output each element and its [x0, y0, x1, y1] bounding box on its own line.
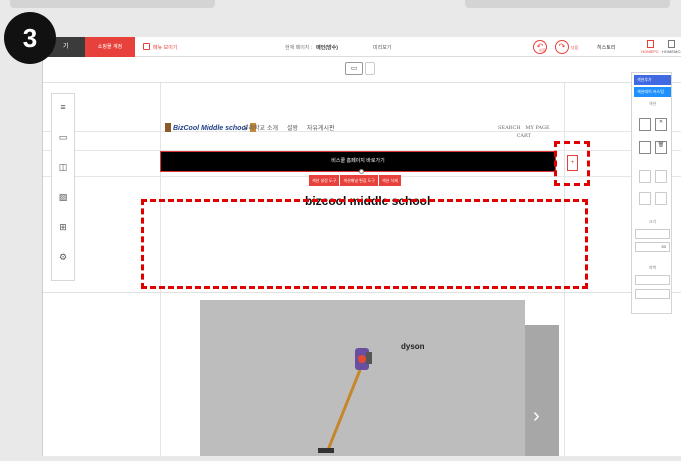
margin-top-field[interactable] — [635, 275, 670, 285]
home-mobile-label: HOMEMO — [662, 49, 681, 54]
home-mobile-button[interactable]: HOMEMO — [662, 39, 680, 56]
columns-icon[interactable]: ◫ — [52, 162, 74, 176]
redo-label: 다음 — [571, 45, 579, 50]
duplicate-icon[interactable] — [639, 141, 651, 154]
menu-toggle-checkbox[interactable] — [143, 43, 150, 50]
vacuum-head — [318, 448, 334, 453]
layout-icon[interactable] — [639, 170, 651, 183]
margin-label: 여백 — [648, 265, 657, 270]
chevron-right-icon[interactable]: › — [533, 405, 540, 428]
copy-page-icon[interactable] — [639, 118, 651, 131]
nav-item-intro[interactable]: 우리학교 소개 — [243, 125, 278, 132]
layout-icon[interactable] — [639, 192, 651, 205]
layout-icon[interactable] — [655, 192, 667, 205]
layout-custom-button[interactable]: 섹션레이 커스텀 — [634, 87, 671, 97]
home-pc-label: HOMEPC — [641, 49, 659, 54]
section-handle[interactable] — [359, 169, 364, 174]
current-page-value: 메인(방수) — [316, 45, 338, 51]
logo-text: BizCool Middle school — [173, 125, 248, 132]
settings-gear-icon[interactable]: ⚙ — [52, 252, 74, 266]
desktop-view-icon[interactable]: ▭ — [345, 62, 363, 75]
nav-item-2[interactable]: 설왕 — [287, 125, 298, 132]
mobile-view-icon[interactable] — [365, 62, 375, 75]
product-brand: dyson — [401, 342, 425, 351]
background-tab-left — [10, 0, 215, 8]
guide-line — [43, 292, 681, 293]
undo-label: 이전 — [539, 48, 547, 53]
pc-page-icon — [646, 40, 654, 48]
section-delete-button[interactable]: 섹션 삭제 — [378, 175, 401, 186]
delete-page-icon[interactable]: ✕ — [655, 118, 667, 131]
trash-icon[interactable]: 🗑 — [655, 141, 667, 154]
grid-icon[interactable]: ⊞ — [52, 222, 74, 236]
highlight-new-section-region — [141, 199, 588, 289]
current-page-label: 현재 페이지 : — [285, 45, 313, 51]
redo-icon[interactable]: ↷ — [555, 40, 569, 54]
current-page-selector[interactable]: 현재 페이지 : 메인(방수) — [285, 44, 338, 51]
add-section-button[interactable]: + — [567, 155, 578, 171]
section-toolbar: 섹션 설정 도구 섹션패널 편집 도구 섹션 삭제 — [309, 175, 402, 186]
nav-item-board[interactable]: 자유게시판 — [307, 125, 335, 132]
background-tab-right — [465, 0, 670, 8]
vacuum-cyclone — [358, 355, 366, 363]
header-block-icon[interactable]: ▭ — [52, 132, 74, 146]
site-nav: 우리학교 소개 설왕 자유게시판 — [243, 123, 342, 132]
image-icon[interactable]: ▨ — [52, 192, 74, 206]
add-section-panel-button[interactable]: 섹션추가 — [634, 75, 671, 85]
next-slide-preview[interactable] — [525, 325, 559, 456]
section-label: 섹션 — [648, 101, 657, 106]
history-dropdown[interactable]: 히스토리 — [597, 44, 615, 51]
width-field[interactable] — [635, 229, 670, 239]
margin-bottom-field[interactable] — [635, 289, 670, 299]
section-panel-edit-button[interactable]: 섹션패널 편집 도구 — [340, 175, 378, 186]
menu-toggle-label: 메뉴 보이기 — [153, 45, 178, 51]
vacuum-handle — [366, 352, 372, 364]
banner-section[interactable]: 비스쿨 홈페이지 바로가기 — [160, 151, 556, 172]
home-pc-button[interactable]: HOMEPC — [641, 39, 659, 56]
guide-line — [43, 131, 681, 132]
nav-cart[interactable]: CART — [517, 133, 531, 139]
editor-toolbar: 기 쇼핑몰 계정 메뉴 보이기 현재 페이지 : 메인(방수) 미리보기 ↶ 이전… — [43, 37, 681, 57]
left-tool-panel: ≡ ▭ ◫ ▨ ⊞ ⚙ — [51, 93, 75, 281]
layout-icon[interactable] — [655, 170, 667, 183]
editor-frame: 기 쇼핑몰 계정 메뉴 보이기 현재 페이지 : 메인(방수) 미리보기 ↶ 이전… — [42, 37, 681, 456]
view-mode-bar: ▭ — [43, 57, 681, 83]
shop-manage-button[interactable]: 쇼핑몰 계정 — [85, 37, 135, 57]
logo-figure-icon — [165, 123, 171, 132]
size-field[interactable]: 50 — [635, 242, 670, 252]
preview-button[interactable]: 미리보기 — [373, 44, 391, 51]
vacuum-illustration — [318, 348, 372, 453]
mobile-page-icon — [667, 40, 675, 48]
right-tool-panel: 섹션추가 섹션레이 커스텀 섹션 ✕ 🗑 크기 50 여백 — [631, 72, 672, 314]
size-label: 크기 — [648, 219, 657, 224]
step-badge: 3 — [4, 12, 56, 64]
site-nav-right: SEARCH MY PAGE CART — [498, 124, 550, 140]
nav-mypage[interactable]: MY PAGE — [525, 125, 549, 131]
section-settings-button[interactable]: 섹션 설정 도구 — [309, 175, 340, 186]
vacuum-wand — [326, 369, 362, 451]
nav-search[interactable]: SEARCH — [498, 125, 521, 131]
product-slide-image[interactable] — [200, 300, 525, 456]
menu-lines-icon[interactable]: ≡ — [52, 102, 74, 116]
